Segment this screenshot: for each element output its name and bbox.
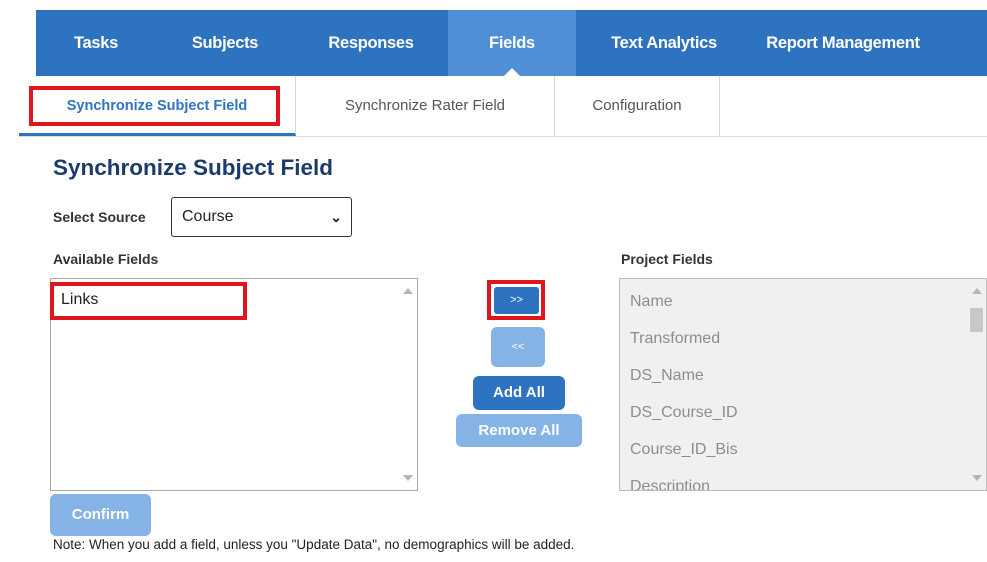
add-all-button[interactable]: Add All bbox=[473, 376, 565, 410]
scrollbar-thumb[interactable] bbox=[970, 308, 983, 332]
highlight-box-add-button bbox=[487, 280, 545, 320]
select-source-label: Select Source bbox=[53, 209, 146, 225]
confirm-button[interactable]: Confirm bbox=[50, 494, 151, 536]
project-fields-scrollbar[interactable] bbox=[967, 280, 985, 489]
highlight-box-links bbox=[50, 282, 247, 320]
nav-tab-report-management[interactable]: Report Management bbox=[748, 10, 938, 76]
scroll-down-icon[interactable] bbox=[403, 475, 413, 481]
scroll-up-icon[interactable] bbox=[972, 288, 982, 294]
source-select-value: Course bbox=[182, 208, 234, 225]
nav-tab-tasks[interactable]: Tasks bbox=[36, 10, 156, 76]
highlight-box-subtab bbox=[29, 86, 280, 126]
list-item[interactable]: Name bbox=[630, 293, 673, 311]
nav-tab-fields[interactable]: Fields bbox=[448, 10, 576, 76]
page-title: Synchronize Subject Field bbox=[53, 155, 334, 180]
list-item[interactable]: Description bbox=[630, 478, 710, 490]
remove-all-button[interactable]: Remove All bbox=[456, 414, 582, 447]
nav-tab-subjects[interactable]: Subjects bbox=[167, 10, 283, 76]
project-fields-list[interactable]: Name Transformed DS_Name DS_Course_ID Co… bbox=[619, 278, 987, 491]
note-text: Note: When you add a field, unless you "… bbox=[53, 537, 575, 552]
scroll-down-icon[interactable] bbox=[972, 475, 982, 481]
subtab-synchronize-rater-field[interactable]: Synchronize Rater Field bbox=[296, 76, 555, 136]
project-fields-label: Project Fields bbox=[621, 251, 713, 267]
list-item[interactable]: Transformed bbox=[630, 330, 720, 348]
nav-tab-text-analytics[interactable]: Text Analytics bbox=[589, 10, 739, 76]
available-fields-scrollbar[interactable] bbox=[398, 280, 416, 489]
nav-tab-responses[interactable]: Responses bbox=[306, 10, 436, 76]
available-fields-label: Available Fields bbox=[53, 251, 159, 267]
nav-tab-fields-label: Fields bbox=[489, 34, 535, 52]
remove-selected-button[interactable]: << bbox=[491, 327, 545, 367]
list-item[interactable]: Course_ID_Bis bbox=[630, 441, 738, 459]
scroll-up-icon[interactable] bbox=[403, 288, 413, 294]
list-item[interactable]: DS_Name bbox=[630, 367, 704, 385]
active-tab-caret-icon bbox=[504, 68, 520, 76]
subtab-configuration[interactable]: Configuration bbox=[555, 76, 720, 136]
top-nav: Tasks Subjects Responses Fields Text Ana… bbox=[36, 10, 987, 76]
chevron-down-icon: ⌄ bbox=[330, 209, 342, 225]
source-select[interactable]: Course ⌄ bbox=[171, 197, 352, 237]
list-item[interactable]: DS_Course_ID bbox=[630, 404, 738, 422]
